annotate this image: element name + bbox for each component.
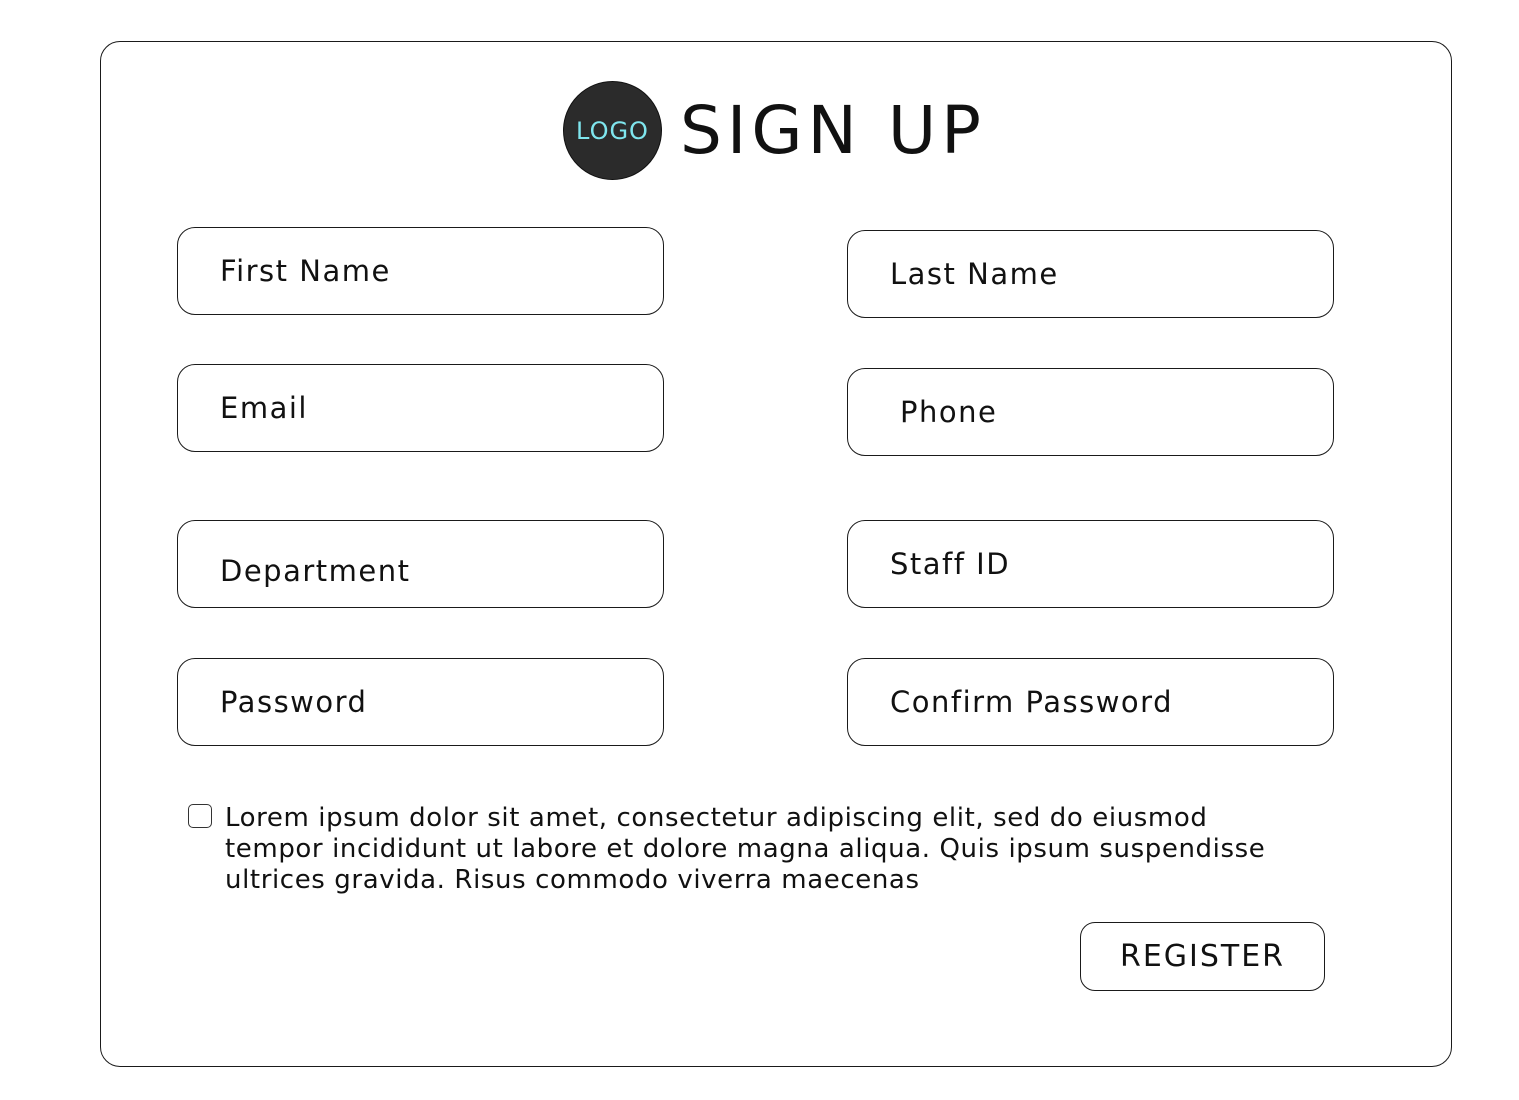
terms-agreement: Lorem ipsum dolor sit amet, consectetur … <box>188 803 1318 896</box>
phone-field[interactable] <box>847 368 1334 456</box>
confirm-password-field[interactable] <box>847 658 1334 746</box>
register-button[interactable]: REGISTER <box>1080 922 1325 991</box>
logo-text: LOGO <box>576 116 649 145</box>
last-name-field[interactable] <box>847 230 1334 318</box>
logo: LOGO <box>563 81 662 180</box>
staff-id-field[interactable] <box>847 520 1334 608</box>
phone-input[interactable] <box>848 369 1333 455</box>
confirm-password-input[interactable] <box>848 659 1333 745</box>
page-title: SIGN UP <box>680 91 986 169</box>
form-header: LOGO SIGN UP <box>563 80 986 181</box>
password-input[interactable] <box>178 659 663 745</box>
last-name-input[interactable] <box>848 231 1333 317</box>
department-input[interactable] <box>178 521 663 607</box>
terms-checkbox[interactable] <box>188 804 212 828</box>
password-field[interactable] <box>177 658 664 746</box>
email-input[interactable] <box>178 365 663 451</box>
terms-text: Lorem ipsum dolor sit amet, consectetur … <box>225 803 1266 895</box>
first-name-field[interactable] <box>177 227 664 315</box>
department-field[interactable] <box>177 520 664 608</box>
email-field[interactable] <box>177 364 664 452</box>
staff-id-input[interactable] <box>848 521 1333 607</box>
first-name-input[interactable] <box>178 228 663 314</box>
